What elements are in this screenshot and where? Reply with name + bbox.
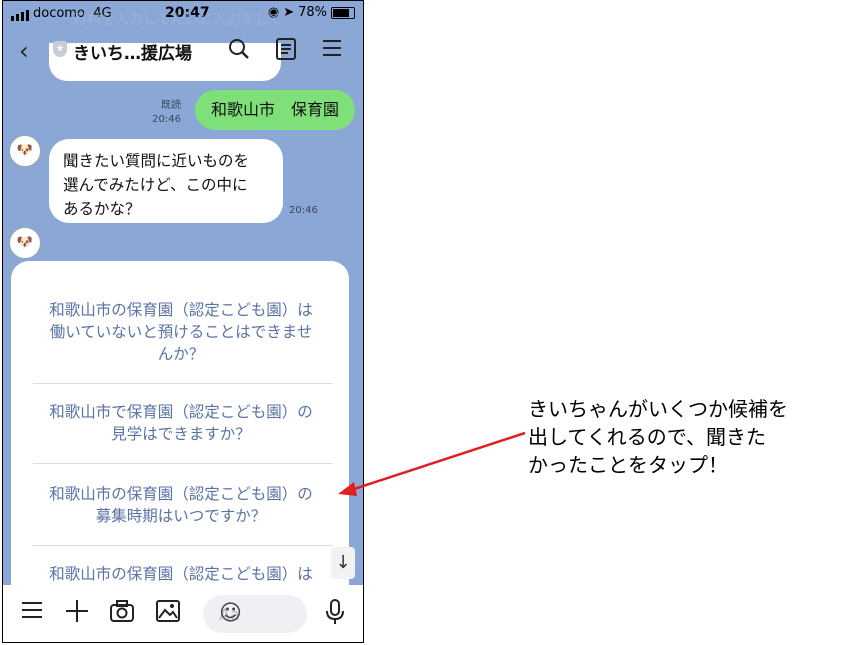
microphone-icon[interactable] xyxy=(325,599,345,631)
chat-header: ‹ ★ きいち…援広場 xyxy=(3,27,363,73)
annotation-text: きいちゃんがいくつか候補を 出してくれるので、聞きた かったことをタップ！ xyxy=(528,397,788,477)
search-icon[interactable] xyxy=(227,37,251,66)
battery-percent: 78% xyxy=(298,5,327,20)
emoji-icon[interactable]: ☺ xyxy=(219,601,301,626)
divider xyxy=(33,545,333,546)
notes-icon[interactable] xyxy=(275,37,297,66)
signal-icon xyxy=(11,10,29,21)
navigation-arrow-icon: ➤ xyxy=(283,5,295,20)
bot-avatar[interactable]: 🐶 xyxy=(9,227,41,259)
divider xyxy=(33,383,333,384)
sent-message-meta: 既読 20:46 xyxy=(152,99,181,127)
option-2[interactable]: 和歌山市で保育園（認定こども園）の 見学はできますか？ xyxy=(33,401,329,445)
official-account-badge-icon: ★ xyxy=(53,41,67,57)
reply-timestamp: 20:46 xyxy=(289,205,318,216)
option-4[interactable]: 和歌山市の保育園（認定こども園）は xyxy=(33,563,329,585)
read-receipt: 既読 xyxy=(161,100,181,111)
option-1[interactable]: 和歌山市の保育園（認定こども園）は 働いていないと預けることはできませ んか？ xyxy=(33,299,329,365)
bot-avatar[interactable]: 🐶 xyxy=(9,135,41,167)
camera-icon[interactable] xyxy=(109,599,135,629)
phone-screen: docomo 4G 20:47 ◉ ➤ 78% 町村を入力してたいと入力をして … xyxy=(2,0,364,643)
battery-icon xyxy=(331,6,355,19)
plus-icon[interactable] xyxy=(65,599,89,629)
image-icon[interactable] xyxy=(155,599,181,629)
divider xyxy=(33,463,333,464)
option-3[interactable]: 和歌山市の保育園（認定こども園）の 募集時期はいつですか？ xyxy=(33,483,329,527)
scroll-down-button[interactable]: ↓ xyxy=(331,547,355,579)
message-input[interactable]: Aa ☺ xyxy=(203,595,307,633)
back-icon[interactable]: ‹ xyxy=(19,37,29,65)
chat-title[interactable]: きいち…援広場 xyxy=(73,39,192,64)
sent-message-bubble[interactable]: 和歌山市 保育園 xyxy=(195,90,355,130)
menu-list-icon[interactable] xyxy=(21,599,43,627)
bot-message-bubble[interactable]: 聞きたい質問に近いものを 選んでみたけど、この中に あるかな？ xyxy=(49,139,283,223)
sent-timestamp: 20:46 xyxy=(152,114,181,125)
background-ghost-text: 町村を入力してたいと入力をして xyxy=(73,12,283,28)
annotation-arrow xyxy=(338,431,526,496)
input-bar: Aa ☺ xyxy=(3,585,363,642)
menu-icon[interactable] xyxy=(321,37,343,64)
